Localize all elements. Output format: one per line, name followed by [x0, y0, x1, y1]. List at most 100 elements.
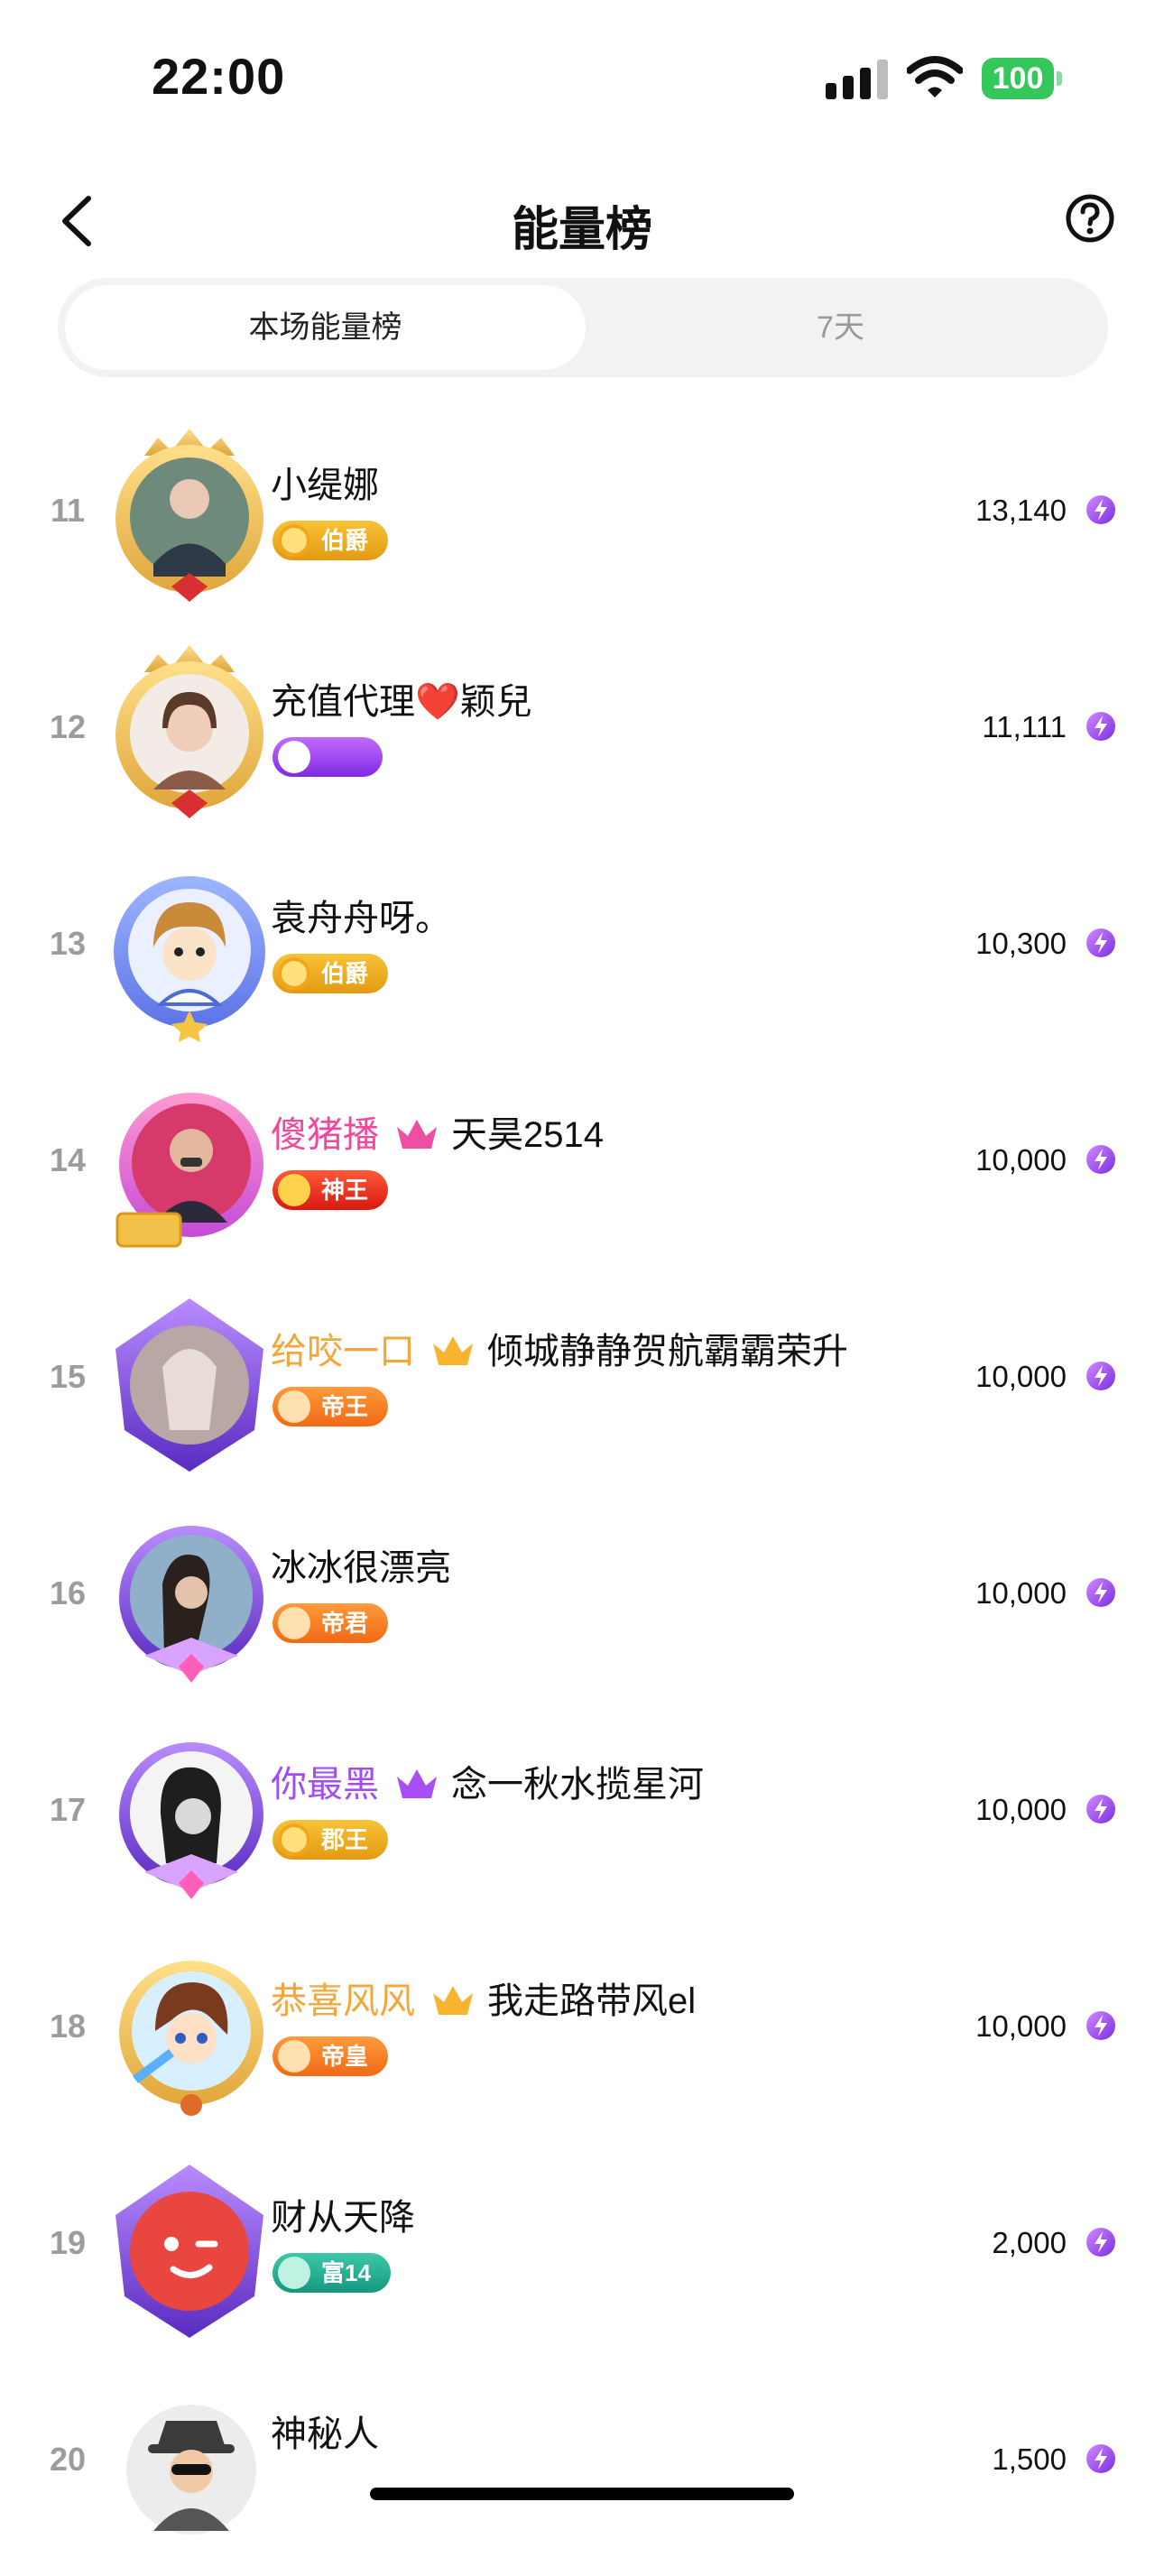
avatar-frame-purple — [115, 2165, 263, 2338]
energy-score: 10,000 — [975, 1793, 1067, 1826]
list-item[interactable]: 17 你最黑 念一秋水揽星河 郡王 10,000 — [0, 1710, 1164, 1926]
rank-badge: 帝皇 — [273, 2036, 389, 2076]
avatar-frame-purple — [119, 1742, 263, 1899]
avatar-frame-gold — [119, 1961, 263, 2116]
list-item[interactable]: 19 财从天降 富14 2,000 — [0, 2143, 1164, 2359]
avatar-frame-pink — [115, 1093, 263, 1248]
fan-club-name: 傻猪播 — [271, 1115, 379, 1155]
rank-number: 19 — [49, 2224, 87, 2261]
energy-score: 2,000 — [992, 2226, 1067, 2259]
energy-score: 10,000 — [975, 1360, 1067, 1393]
crown-icon — [433, 1986, 473, 2015]
fan-club-name: 你最黑 — [271, 1765, 379, 1805]
battery-level: 100 — [982, 58, 1054, 99]
badge-icon — [278, 524, 310, 557]
list-item[interactable]: 11 小缇娜 伯爵 13,140 — [0, 411, 1164, 627]
list-item[interactable]: 16 冰冰很漂亮 帝君 10,000 — [0, 1493, 1164, 1710]
list-item[interactable]: 20 神秘人 1,500 — [0, 2359, 1164, 2576]
rank-number: 18 — [49, 2008, 87, 2045]
rank-badge — [273, 737, 383, 777]
energy-bolt-icon — [1086, 1145, 1115, 1174]
user-name: 袁舟舟呀。 — [271, 899, 451, 938]
nav-bar: 能量榜 — [0, 171, 1164, 271]
energy-score: 13,140 — [975, 494, 1067, 527]
avatar[interactable] — [108, 2161, 271, 2341]
badge-icon — [278, 1390, 310, 1423]
badge-icon — [278, 1824, 310, 1856]
user-name: 天昊2514 — [451, 1115, 604, 1155]
mystery-person-icon — [126, 2405, 256, 2534]
crown-icon — [397, 1769, 437, 1798]
avatar[interactable] — [108, 862, 271, 1042]
user-name: 冰冰很漂亮 — [271, 1548, 451, 1588]
user-name: 神秘人 — [271, 2414, 379, 2454]
rank-badge: 富14 — [273, 2253, 391, 2293]
badge-label: 帝君 — [321, 1610, 369, 1637]
badge-label: 帝王 — [321, 1393, 369, 1420]
energy-score: 10,000 — [975, 2009, 1067, 2043]
tab-7-days[interactable]: 7天 — [580, 285, 1101, 370]
rank-badge: 伯爵 — [273, 521, 389, 560]
rank-number: 17 — [49, 1791, 87, 1828]
energy-bolt-icon — [1086, 2011, 1115, 2040]
user-name: 我走路带风el — [487, 1981, 697, 2021]
user-name-line: 恭喜风风 我走路带风el — [271, 1971, 696, 2024]
user-name: 倾城静静贺航霸霸荣升 — [487, 1332, 848, 1371]
rank-number: 15 — [49, 1358, 87, 1395]
avatar[interactable] — [108, 1944, 271, 2125]
rank-number: 16 — [49, 1574, 87, 1611]
user-name: 充值代理❤️颖兒 — [271, 682, 532, 722]
badge-icon — [278, 957, 310, 990]
list-item[interactable]: 13 袁舟舟呀。 伯爵 10,300 — [0, 844, 1164, 1060]
avatar[interactable] — [108, 1295, 271, 1475]
user-name-line: 给咬一口 倾城静静贺航霸霸荣升 — [271, 1322, 848, 1374]
badge-label: 富14 — [321, 2259, 371, 2286]
energy-bolt-icon — [1086, 2228, 1115, 2257]
energy-bolt-icon — [1086, 1795, 1115, 1824]
badge-label: 神王 — [321, 1177, 369, 1204]
crown-icon — [397, 1120, 437, 1149]
avatar[interactable] — [108, 1078, 271, 1259]
avatar-frame-gold — [115, 429, 263, 602]
user-name: 念一秋水揽星河 — [451, 1765, 704, 1805]
badge-icon — [278, 741, 310, 773]
user-name: 财从天降 — [271, 2198, 415, 2238]
list-item[interactable]: 15 给咬一口 倾城静静贺航霸霸荣升 帝王 10,000 — [0, 1277, 1164, 1493]
page-title: 能量榜 — [511, 204, 652, 256]
energy-score: 11,111 — [982, 710, 1067, 743]
crown-icon — [433, 1336, 473, 1365]
battery-icon: 100 — [982, 58, 1063, 99]
rank-number: 14 — [49, 1141, 87, 1178]
badge-label: 郡王 — [321, 1826, 369, 1853]
avatar[interactable] — [108, 429, 271, 609]
list-item[interactable]: 12 充值代理❤️颖兒 11,111 — [0, 627, 1164, 844]
avatar-frame-blue — [114, 876, 265, 1042]
rank-badge: 帝君 — [273, 1603, 389, 1643]
home-indicator[interactable] — [370, 2488, 794, 2500]
list-item[interactable]: 14 傻猪播 天昊2514 神王 10,000 — [0, 1060, 1164, 1277]
energy-bolt-icon — [1086, 1578, 1115, 1607]
avatar[interactable] — [108, 645, 271, 826]
list-item[interactable]: 18 恭喜风风 我走路带风el 帝皇 10,000 — [0, 1926, 1164, 2143]
avatar-frame-purple — [115, 1298, 263, 1472]
status-bar: 22:00 100 — [0, 0, 1164, 153]
avatar-frame-purple — [119, 1526, 263, 1683]
badge-icon — [278, 2040, 310, 2073]
energy-bolt-icon — [1086, 712, 1115, 741]
tab-current-session[interactable]: 本场能量榜 — [65, 285, 586, 370]
energy-bolt-icon — [1086, 495, 1115, 524]
help-icon[interactable] — [1065, 193, 1115, 244]
avatar[interactable] — [108, 1728, 271, 1908]
fan-club-name: 给咬一口 — [271, 1332, 415, 1371]
energy-score: 1,500 — [992, 2442, 1067, 2476]
avatar[interactable] — [108, 1511, 271, 1692]
avatar[interactable] — [108, 2377, 271, 2558]
fan-club-name: 恭喜风风 — [271, 1981, 415, 2021]
badge-icon — [278, 1607, 310, 1639]
badge-label: 伯爵 — [321, 527, 369, 554]
user-name: 小缇娜 — [271, 466, 379, 505]
rank-number: 20 — [49, 2441, 87, 2478]
energy-bolt-icon — [1086, 2444, 1115, 2473]
rank-number: 11 — [50, 492, 86, 529]
user-name-line: 你最黑 念一秋水揽星河 — [271, 1755, 704, 1807]
